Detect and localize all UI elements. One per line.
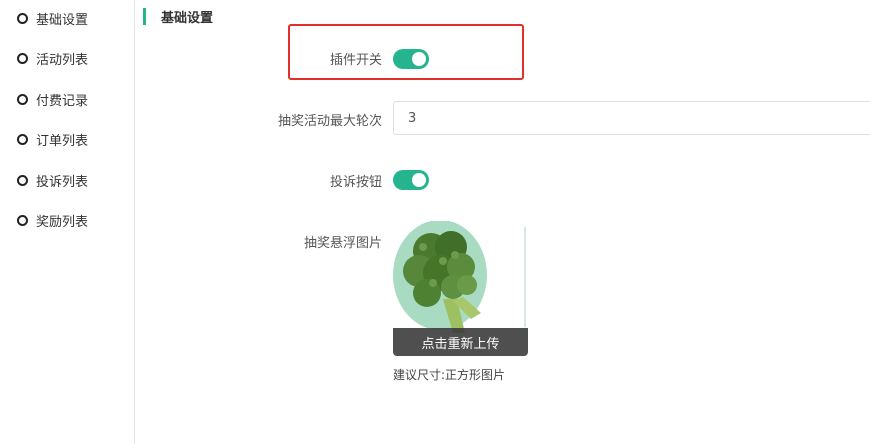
sidebar: 基础设置 活动列表 付费记录 订单列表 投诉列表 奖励列表 bbox=[0, 0, 135, 444]
sidebar-item-payment-records[interactable]: 付费记录 bbox=[0, 84, 134, 114]
float-image-upload[interactable]: 点击重新上传 bbox=[393, 221, 528, 356]
circle-icon bbox=[17, 12, 28, 24]
sidebar-item-complaint-list[interactable]: 投诉列表 bbox=[0, 165, 134, 195]
reupload-overlay[interactable]: 点击重新上传 bbox=[393, 328, 528, 356]
sidebar-item-activity-list[interactable]: 活动列表 bbox=[0, 43, 134, 73]
sidebar-item-basic-settings[interactable]: 基础设置 bbox=[0, 3, 134, 33]
max-rounds-label: 抽奖活动最大轮次 bbox=[277, 114, 382, 129]
main-panel: 基础设置 插件开关 抽奖活动最大轮次 投诉按钮 抽奖悬浮图片 bbox=[135, 0, 870, 444]
plugin-switch-label: 插件开关 bbox=[329, 53, 382, 68]
complaint-button-label: 投诉按钮 bbox=[329, 175, 382, 190]
sidebar-item-label: 订单列表 bbox=[36, 133, 89, 149]
size-hint: 建议尺寸:正方形图片 bbox=[393, 368, 506, 382]
plugin-switch-toggle[interactable] bbox=[393, 49, 429, 69]
max-rounds-input[interactable] bbox=[393, 101, 870, 135]
float-image-label: 抽奖悬浮图片 bbox=[303, 236, 382, 251]
sidebar-item-label: 付费记录 bbox=[36, 93, 89, 109]
complaint-button-toggle[interactable] bbox=[393, 170, 429, 190]
toggle-knob bbox=[412, 52, 426, 66]
circle-icon bbox=[17, 52, 28, 64]
section-title: 基础设置 bbox=[143, 7, 214, 26]
toggle-knob bbox=[412, 173, 426, 187]
circle-icon bbox=[17, 214, 28, 226]
image-edge bbox=[524, 227, 526, 327]
sidebar-item-label: 活动列表 bbox=[36, 52, 89, 68]
circle-icon bbox=[17, 133, 28, 145]
section-title-text: 基础设置 bbox=[161, 10, 214, 26]
sidebar-item-order-list[interactable]: 订单列表 bbox=[0, 124, 134, 154]
circle-icon bbox=[17, 93, 28, 105]
section-accent-bar bbox=[143, 7, 146, 25]
circle-icon bbox=[17, 174, 28, 186]
sidebar-item-label: 奖励列表 bbox=[36, 214, 89, 230]
sidebar-item-reward-list[interactable]: 奖励列表 bbox=[0, 205, 134, 235]
sidebar-item-label: 基础设置 bbox=[36, 12, 89, 28]
sidebar-item-label: 投诉列表 bbox=[36, 174, 89, 190]
